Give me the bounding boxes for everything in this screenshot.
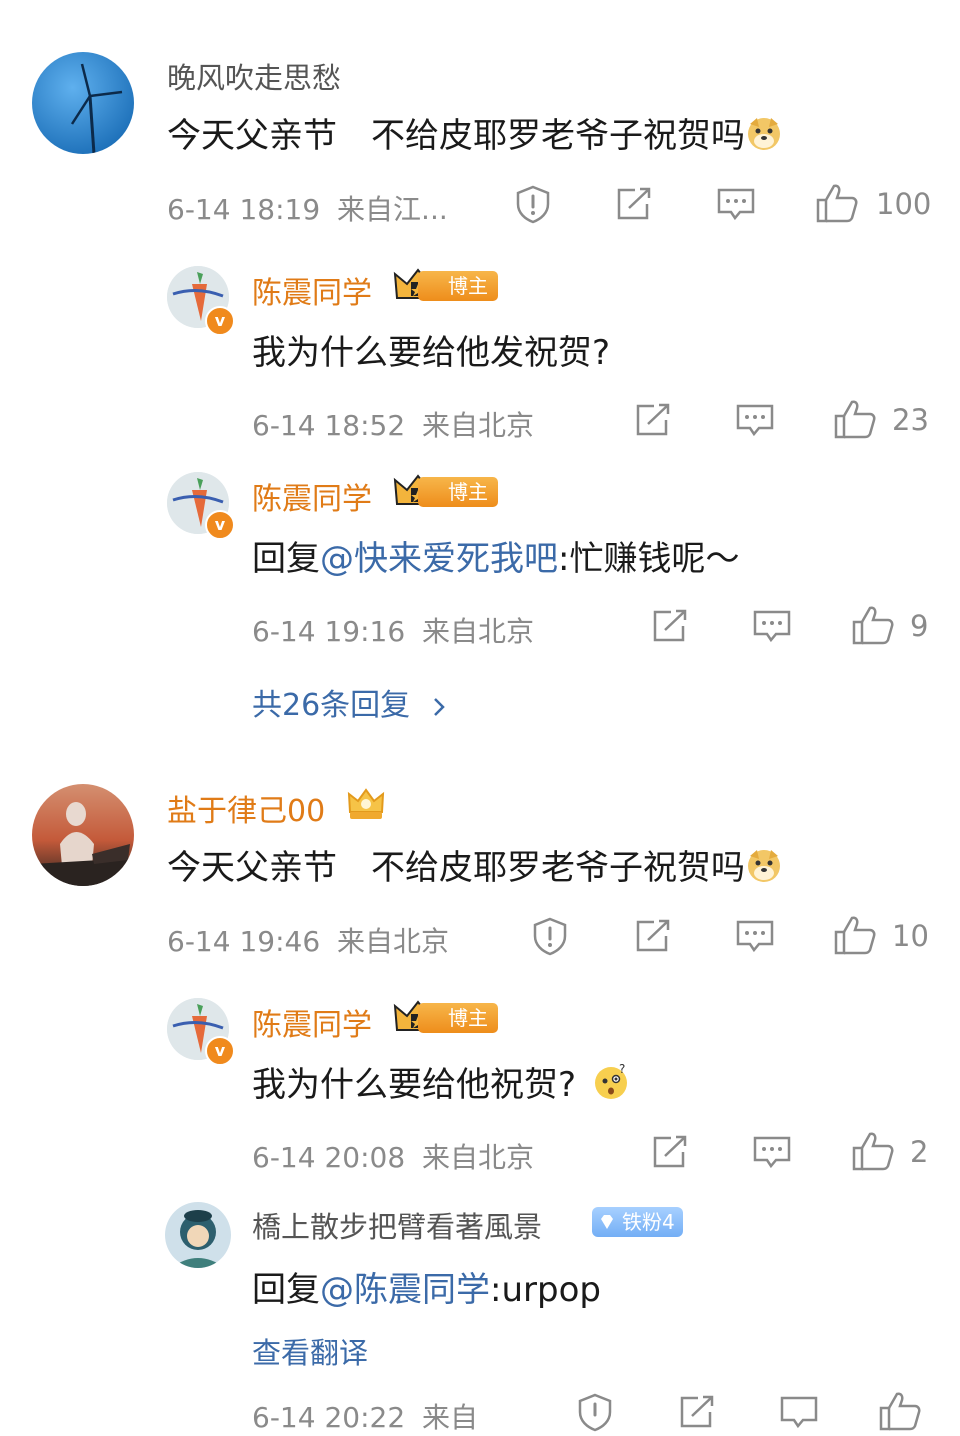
like-count: 2	[910, 1135, 929, 1169]
fan-badge: 铁粉4	[592, 1207, 683, 1237]
like-count: 23	[892, 403, 929, 437]
reply-meta: 6-14 18:52 来自北京	[252, 404, 534, 444]
forward-icon[interactable]	[678, 1394, 716, 1430]
comment-icon[interactable]	[716, 186, 756, 222]
reply-meta: 6-14 19:16 来自北京	[252, 610, 534, 650]
comment-icon[interactable]	[752, 608, 792, 644]
more-replies-link[interactable]: 共26条回复	[252, 680, 448, 724]
reply-text: 回复@陈震同学:urpop	[252, 1262, 601, 1311]
fan-badge-label: 铁粉4	[622, 1210, 675, 1234]
reply-meta: 6-14 20:08 来自北京	[252, 1136, 534, 1176]
like-count: 100	[876, 187, 932, 221]
like-count: 10	[892, 919, 929, 953]
comment-meta: 6-14 19:46 来自北京	[167, 920, 449, 960]
forward-icon[interactable]	[634, 402, 672, 438]
doge-emoji-icon	[745, 846, 783, 893]
location: 来自北京	[422, 615, 535, 648]
comment-icon[interactable]	[735, 918, 775, 954]
reply-text: 我为什么要给他祝贺? ?	[252, 1057, 630, 1110]
blogger-badge: 博主	[418, 1003, 498, 1033]
doge-emoji-icon	[745, 114, 783, 161]
location: 来自北京	[422, 1141, 535, 1174]
verified-icon: v	[205, 510, 235, 540]
comment-text: 今天父亲节 不给皮耶罗老爷子祝贺吗	[167, 840, 783, 893]
more-replies-label: 共26条回复	[252, 688, 411, 723]
report-icon[interactable]	[514, 184, 552, 224]
vip-crown-icon	[347, 788, 385, 819]
comment-text-body: 今天父亲节 不给皮耶罗老爷子祝贺吗	[167, 848, 745, 888]
reply-body: 我为什么要给他祝贺?	[252, 1065, 577, 1105]
comment-icon[interactable]	[779, 1394, 819, 1430]
comment-text: 今天父亲节 不给皮耶罗老爷子祝贺吗	[167, 108, 783, 161]
like-count: 9	[910, 609, 929, 643]
verified-icon: v	[205, 1036, 235, 1066]
mention-link[interactable]: @快来爱死我吧	[320, 539, 558, 579]
verified-icon: v	[205, 306, 235, 336]
timestamp: 6-14 19:16	[252, 615, 406, 648]
svg-text:?: ?	[619, 1063, 625, 1076]
comment-meta: 6-14 18:19 来自江...	[167, 188, 448, 228]
reply-text: 我为什么要给他发祝贺?	[252, 333, 611, 373]
timestamp: 6-14 18:19	[167, 193, 321, 226]
reply-text: 回复@快来爱死我吧:忙赚钱呢～	[252, 531, 739, 580]
username[interactable]: 盐于律己00	[167, 786, 325, 830]
location: 来自江...	[337, 193, 448, 226]
username[interactable]: 陈震同学	[252, 474, 372, 518]
username[interactable]: 陈震同学	[252, 268, 372, 312]
location: 来自北京	[337, 925, 450, 958]
reply-meta: 6-14 20:22 来自	[252, 1396, 478, 1436]
like-icon[interactable]	[851, 1130, 895, 1172]
username[interactable]: 晚风吹走思愁	[167, 55, 341, 97]
comment-icon[interactable]	[735, 402, 775, 438]
mention-link[interactable]: @陈震同学	[320, 1270, 490, 1310]
timestamp: 6-14 19:46	[167, 925, 321, 958]
report-icon[interactable]	[576, 1392, 614, 1432]
timestamp: 6-14 20:08	[252, 1141, 406, 1174]
forward-icon[interactable]	[634, 918, 672, 954]
like-icon[interactable]	[851, 604, 895, 646]
forward-icon[interactable]	[651, 608, 689, 644]
like-icon[interactable]	[878, 1390, 922, 1432]
forward-icon[interactable]	[615, 186, 653, 222]
reply-prefix: 回复	[252, 539, 320, 579]
reply-body: :忙赚钱呢～	[558, 539, 740, 579]
timestamp: 6-14 18:52	[252, 409, 406, 442]
reply-body: :urpop	[490, 1270, 601, 1310]
location: 来自北京	[422, 409, 535, 442]
like-icon[interactable]	[815, 182, 859, 224]
report-icon[interactable]	[531, 916, 569, 956]
username[interactable]: 陈震同学	[252, 1000, 372, 1044]
user-avatar[interactable]	[32, 52, 134, 154]
chevron-right-icon	[433, 697, 445, 716]
forward-icon[interactable]	[651, 1134, 689, 1170]
comment-icon[interactable]	[752, 1134, 792, 1170]
blogger-badge: 博主	[418, 271, 498, 301]
like-icon[interactable]	[833, 914, 877, 956]
like-icon[interactable]	[833, 398, 877, 440]
reply-prefix: 回复	[252, 1270, 320, 1310]
translate-link[interactable]: 查看翻译	[252, 1330, 368, 1372]
user-avatar[interactable]	[32, 784, 134, 886]
blogger-badge: 博主	[418, 477, 498, 507]
username[interactable]: 橋上散步把臂看著風景	[252, 1204, 542, 1246]
comment-text-body: 今天父亲节 不给皮耶罗老爷子祝贺吗	[167, 116, 745, 156]
confused-emoji-icon: ?	[592, 1062, 630, 1110]
diamond-icon	[601, 1215, 613, 1229]
reply-avatar[interactable]	[165, 1202, 231, 1268]
